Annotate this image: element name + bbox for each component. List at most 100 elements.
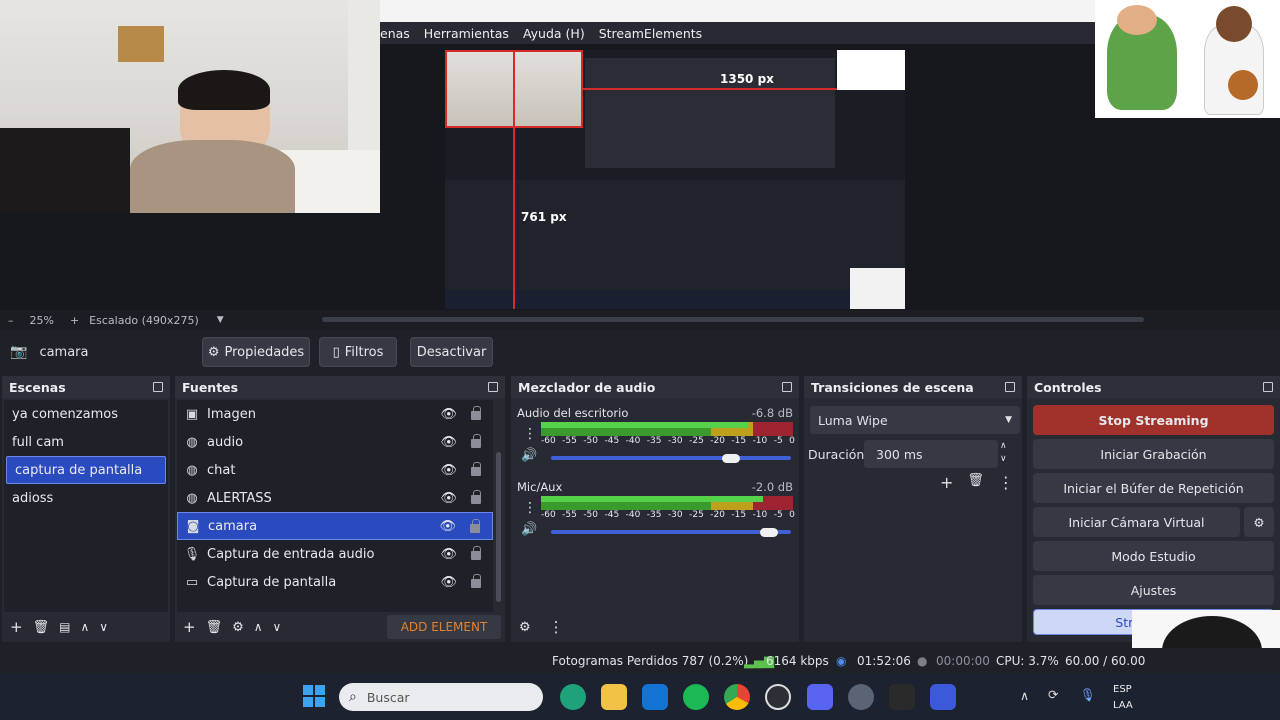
windows-start-icon[interactable] [303, 685, 325, 707]
volume-slider[interactable] [551, 456, 791, 460]
more-icon[interactable]: ⋮ [998, 473, 1014, 492]
language-indicator-2[interactable]: LAA [1113, 700, 1133, 711]
stop-streaming-button[interactable]: Stop Streaming [1033, 405, 1274, 435]
source-item-selected[interactable]: ◙ camara 👁 [177, 512, 493, 540]
virtual-camera-button[interactable]: Iniciar Cámara Virtual [1033, 507, 1240, 537]
replay-buffer-button[interactable]: Iniciar el Búfer de Repetición [1033, 473, 1274, 503]
trash-icon[interactable]: 🗑 [967, 473, 984, 492]
eye-icon[interactable]: 👁 [440, 575, 457, 590]
filter-icon[interactable]: ▤ [59, 620, 70, 634]
eye-icon[interactable]: 👁 [440, 547, 457, 562]
channel-db: -2.0 dB [751, 480, 793, 494]
chevron-up-icon[interactable]: ∧ [1000, 440, 1007, 453]
eye-icon[interactable]: 👁 [440, 463, 457, 478]
source-item[interactable]: ◍ audio 👁 [177, 428, 493, 456]
tick: -40 [625, 510, 641, 520]
add-icon[interactable]: + [183, 618, 196, 636]
speaker-icon[interactable]: 🔊 [521, 522, 537, 537]
sources-scrollbar[interactable] [496, 452, 501, 602]
streamelements-app-icon[interactable] [930, 684, 956, 710]
chevron-down-icon[interactable]: ∨ [1000, 453, 1007, 466]
language-indicator[interactable]: ESP [1113, 684, 1132, 695]
lock-icon[interactable] [470, 519, 480, 533]
menu-item-help[interactable]: Ayuda (H) [523, 26, 585, 41]
transition-select[interactable]: Luma Wipe ▼ [810, 406, 1020, 434]
more-icon[interactable]: ⋮ [523, 426, 537, 442]
studio-mode-button[interactable]: Modo Estudio [1033, 541, 1274, 571]
epic-games-icon[interactable] [889, 684, 915, 710]
taskbar-search-input[interactable]: ⌕ Buscar [339, 683, 543, 711]
settings-button[interactable]: Ajustes [1033, 575, 1274, 605]
undock-icon[interactable] [153, 382, 163, 392]
undock-icon[interactable] [488, 382, 498, 392]
search-icon: ⌕ [349, 689, 357, 705]
lock-icon[interactable] [471, 490, 481, 504]
eye-icon[interactable]: 👁 [440, 491, 457, 506]
menu-item-scenes[interactable]: enas [380, 26, 410, 41]
source-item[interactable]: ▭ Captura de pantalla 👁 [177, 568, 493, 596]
trash-icon[interactable]: 🗑 [206, 620, 223, 635]
trash-icon[interactable]: 🗑 [33, 620, 50, 635]
mic-icon[interactable]: 🎙 [1080, 687, 1096, 703]
zoom-in-icon[interactable]: + [70, 314, 79, 327]
lock-icon[interactable] [471, 434, 481, 448]
lock-icon[interactable] [471, 546, 481, 560]
zoom-out-icon[interactable]: – [8, 314, 14, 327]
preview-scrollbar[interactable] [322, 317, 1144, 322]
scene-item[interactable]: ya comenzamos [4, 400, 168, 428]
chrome-icon[interactable] [724, 684, 750, 710]
lock-icon[interactable] [471, 574, 481, 588]
gear-icon[interactable]: ⚙ [232, 620, 244, 635]
source-item[interactable]: ◍ chat 👁 [177, 456, 493, 484]
volume-knob[interactable] [722, 454, 740, 463]
chevron-down-icon[interactable]: ▼ [217, 315, 224, 325]
start-recording-button[interactable]: Iniciar Grabación [1033, 439, 1274, 469]
chevron-up-icon[interactable]: ∧ [254, 620, 263, 634]
chevron-down-icon[interactable]: ∨ [273, 620, 282, 634]
speaker-icon[interactable]: 🔊 [521, 448, 537, 463]
settings-icon[interactable] [848, 684, 874, 710]
lock-icon[interactable] [471, 462, 481, 476]
scene-item-selected[interactable]: captura de pantalla [6, 456, 166, 484]
chevron-down-icon[interactable]: ∨ [99, 620, 108, 634]
scene-item[interactable]: adioss [4, 484, 168, 512]
add-icon[interactable]: + [940, 473, 953, 492]
volume-knob[interactable] [760, 528, 778, 537]
add-element-button[interactable]: ADD ELEMENT [387, 615, 501, 639]
chevron-up-icon[interactable]: ∧ [80, 620, 89, 634]
folder-icon[interactable] [601, 684, 627, 710]
obs-icon[interactable] [765, 684, 791, 710]
mixer-settings-icon[interactable]: ⚙ [519, 620, 531, 635]
discord-icon[interactable] [807, 684, 833, 710]
chevron-up-icon[interactable]: ∧ [1020, 688, 1029, 703]
more-icon[interactable]: ⋮ [523, 500, 537, 516]
sync-icon[interactable]: ⟳ [1048, 687, 1058, 702]
filters-button[interactable]: ▯ Filtros [319, 337, 397, 367]
outlook-icon[interactable] [642, 684, 668, 710]
undock-icon[interactable] [1005, 382, 1015, 392]
more-icon[interactable]: ⋮ [549, 618, 564, 636]
add-icon[interactable]: + [10, 618, 23, 636]
eye-icon[interactable]: 👁 [439, 519, 456, 534]
duration-input[interactable]: 300 ms [864, 440, 998, 468]
tick: -35 [646, 436, 662, 446]
eye-icon[interactable]: 👁 [440, 435, 457, 450]
virtual-camera-settings-button[interactable]: ⚙ [1244, 507, 1274, 537]
source-item[interactable]: ▣ Imagen 👁 [177, 400, 493, 428]
deactivate-button[interactable]: Desactivar [410, 337, 493, 367]
eye-icon[interactable]: 👁 [440, 407, 457, 422]
scene-item[interactable]: full cam [4, 428, 168, 456]
volume-slider[interactable] [551, 530, 791, 534]
edge-icon[interactable] [560, 684, 586, 710]
undock-icon[interactable] [782, 382, 792, 392]
properties-button[interactable]: ⚙ Propiedades [202, 337, 310, 367]
preview-canvas[interactable]: 1350 px 761 px [445, 50, 905, 309]
duration-stepper[interactable]: ∧ ∨ [1000, 440, 1007, 466]
lock-icon[interactable] [471, 406, 481, 420]
spotify-icon[interactable] [683, 684, 709, 710]
menu-item-tools[interactable]: Herramientas [424, 26, 509, 41]
source-item[interactable]: 🎙 Captura de entrada audio 👁 [177, 540, 493, 568]
undock-icon[interactable] [1263, 382, 1273, 392]
menu-item-streamelements[interactable]: StreamElements [599, 26, 703, 41]
source-item[interactable]: ◍ ALERTASS 👁 [177, 484, 493, 512]
